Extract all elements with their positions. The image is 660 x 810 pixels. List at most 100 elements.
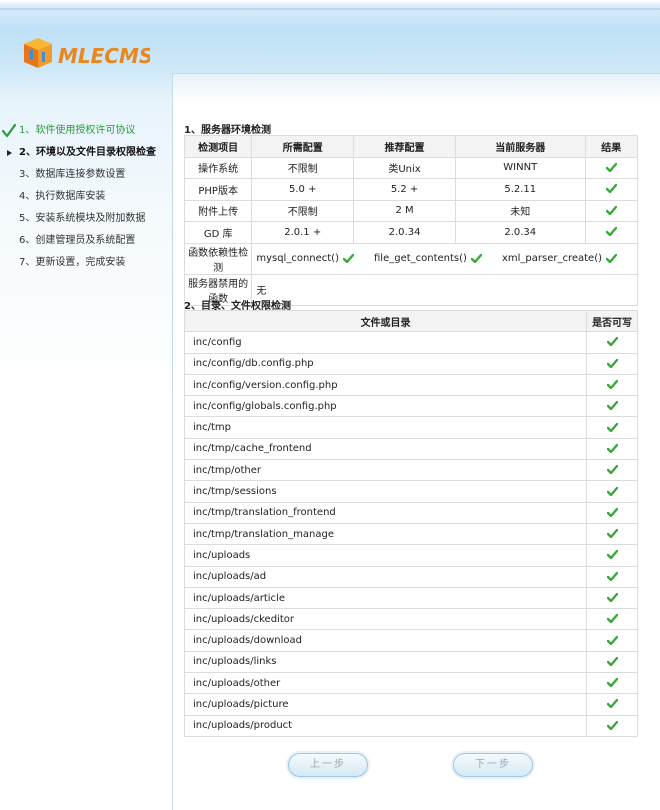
step-list: 1、软件使用授权许可协议 2、环境以及文件目录权限检查 3、数据库连接参数设置 4、执… <box>0 120 172 274</box>
func-item: mysql_connect() <box>256 253 354 264</box>
env-cell-recommended: 2 M <box>353 199 456 222</box>
perm-writable <box>586 373 638 397</box>
step-marker <box>2 186 16 208</box>
perm-path: inc/config/globals.config.php <box>183 395 588 418</box>
env-cell-item: 附件上传 <box>183 199 253 222</box>
svg-text:MLECMS: MLECMS <box>58 44 150 68</box>
step-item: 4、执行数据库安装 <box>0 186 172 208</box>
env-cell-item: PHP版本 <box>183 178 253 201</box>
step-item: 1、软件使用授权许可协议 <box>0 120 172 142</box>
perm-path: inc/tmp/other <box>183 459 588 482</box>
current-step-icon <box>2 142 16 164</box>
env-row: 附件上传 不限制 2 M 未知 <box>183 199 639 222</box>
check-icon <box>606 422 618 432</box>
perm-path: inc/uploads/ad <box>183 565 588 588</box>
func-name: mysql_connect() <box>256 253 339 264</box>
main-panel: 1、服务器环境检测 检测项目 所需配置 推荐配置 当前服务器 结果 操作系统 不限… <box>172 73 660 810</box>
env-col-item: 检测项目 <box>183 135 253 158</box>
check-icon <box>606 253 617 263</box>
env-section-title: 1、服务器环境检测 <box>184 125 271 136</box>
perm-row: inc/tmp/other <box>183 459 638 482</box>
env-cell-result <box>584 156 639 179</box>
check-icon <box>606 593 618 602</box>
perm-col-writable: 是否可写 <box>586 309 638 333</box>
func-name: file_get_contents() <box>374 253 467 264</box>
env-cell-required: 2.0.1 + <box>251 221 355 244</box>
check-icon <box>606 614 618 624</box>
check-icon <box>606 571 618 581</box>
perm-writable <box>586 459 638 482</box>
env-cell-recommended: 2.0.34 <box>353 221 456 244</box>
env-col-current: 当前服务器 <box>454 135 586 158</box>
perm-writable <box>586 352 638 375</box>
perm-writable <box>586 693 638 716</box>
check-icon <box>1 120 17 142</box>
check-icon <box>606 358 618 368</box>
check-icon <box>606 507 618 517</box>
perm-path: inc/config/version.config.php <box>183 373 588 397</box>
perm-row: inc/tmp/cache_frontend <box>183 437 638 461</box>
perm-header-row: 文件或目录 是否可写 <box>183 309 638 333</box>
perm-writable <box>586 416 638 439</box>
env-header-row: 检测项目 所需配置 推荐配置 当前服务器 结果 <box>183 135 639 158</box>
next-button[interactable]: 下一步 <box>453 753 533 777</box>
step-label: 3、数据库连接参数设置 <box>19 169 126 180</box>
perm-writable <box>586 544 638 567</box>
panel-header <box>173 74 660 102</box>
env-cell-result <box>584 199 639 222</box>
env-cell-current: 5.2.11 <box>454 178 586 201</box>
perm-row: inc/config/version.config.php <box>183 373 638 397</box>
check-icon <box>606 486 618 496</box>
check-icon <box>605 162 617 172</box>
perm-row: inc/tmp <box>183 416 638 439</box>
perm-row: inc/uploads/ckeditor <box>183 608 638 631</box>
perm-path: inc/tmp/sessions <box>183 480 588 503</box>
check-icon <box>606 678 618 688</box>
perm-row: inc/tmp/translation_manage <box>183 522 638 546</box>
perm-path: inc/config <box>183 331 588 354</box>
step-marker <box>2 164 16 186</box>
env-cell-current: 2.0.34 <box>454 221 586 244</box>
perm-path: inc/uploads/download <box>183 629 588 652</box>
func-item: file_get_contents() <box>374 253 482 264</box>
perm-path: inc/tmp/translation_frontend <box>183 501 588 524</box>
disabled-value: 无 <box>251 273 638 306</box>
env-col-required: 所需配置 <box>251 135 355 158</box>
env-cell-recommended: 类Unix <box>353 156 456 179</box>
check-icon <box>605 227 617 237</box>
env-col-result: 结果 <box>584 135 639 158</box>
func-list: mysql_connect() file_get_contents() xml_pa… <box>251 242 638 275</box>
perm-path: inc/tmp <box>183 416 588 439</box>
perm-writable <box>586 480 638 503</box>
perm-path: inc/uploads/picture <box>183 693 588 716</box>
step-marker <box>2 230 16 252</box>
env-row-functions: 函数依赖性检测 mysql_connect() file_get_contents(… <box>183 242 638 275</box>
check-icon <box>606 550 618 560</box>
prev-button[interactable]: 上一步 <box>288 753 368 777</box>
perm-row: inc/config <box>183 331 638 354</box>
perm-row: inc/uploads/download <box>183 629 638 652</box>
perm-writable <box>586 672 638 695</box>
perm-table: 文件或目录 是否可写 inc/config inc/config/db.confi… <box>183 309 638 737</box>
perm-row: inc/uploads/other <box>183 672 638 695</box>
env-cell-required: 5.0 + <box>251 178 355 201</box>
perm-row: inc/config/globals.config.php <box>183 395 638 418</box>
check-icon <box>343 253 354 263</box>
perm-path: inc/tmp/translation_manage <box>183 522 588 546</box>
env-cell-result <box>584 178 639 201</box>
func-item: xml_parser_create() <box>502 253 617 264</box>
header-divider <box>0 8 660 10</box>
check-icon <box>606 443 618 453</box>
check-icon <box>606 699 618 709</box>
func-name: xml_parser_create() <box>501 253 602 264</box>
perm-writable <box>586 331 638 354</box>
perm-writable <box>586 586 638 610</box>
perm-col-path: 文件或目录 <box>183 309 588 333</box>
perm-row: inc/uploads/product <box>183 714 638 737</box>
check-icon <box>606 635 618 645</box>
perm-writable <box>586 565 638 588</box>
perm-path: inc/tmp/cache_frontend <box>183 437 588 461</box>
env-row: 操作系统 不限制 类Unix WINNT <box>183 156 639 179</box>
check-icon <box>606 465 618 475</box>
perm-row: inc/uploads/article <box>183 586 638 610</box>
